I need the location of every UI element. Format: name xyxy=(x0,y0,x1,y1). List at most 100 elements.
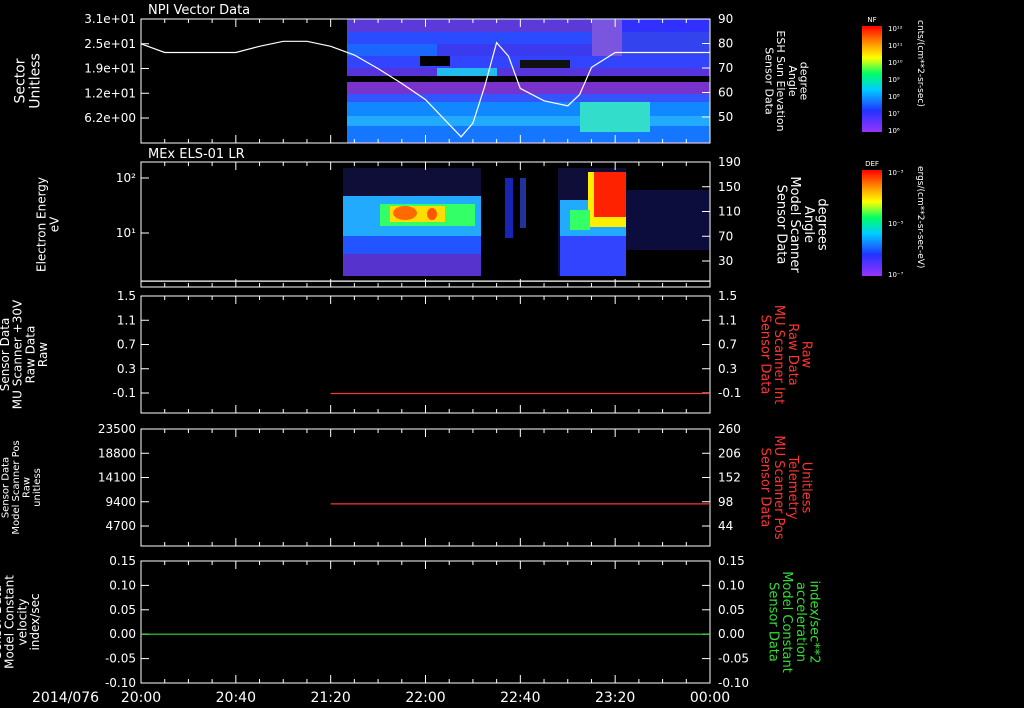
y-tick-label: 10² xyxy=(116,171,136,185)
y2-axis-label: Raw xyxy=(798,341,813,369)
panel-2-title: MEx ELS-01 LR xyxy=(148,147,245,162)
y2-tick-label: 90 xyxy=(718,12,733,26)
y2-axis-label: index/sec**2 xyxy=(806,580,821,663)
x-axis: 2014/076 20:00 20:40 21:20 22:00 22:40 23:20 0… xyxy=(32,690,730,706)
colorbar-tick-label: 10¹⁰ xyxy=(888,59,903,67)
y2-axis-label: degree xyxy=(797,62,810,101)
y-axis-label: eV xyxy=(47,216,61,232)
y-tick-label: 0.3 xyxy=(117,362,136,376)
y-tick-label: -0.1 xyxy=(113,386,136,400)
y2-axis-label: ESH Sun Elevation xyxy=(774,30,787,131)
y2-tick-label: 0.3 xyxy=(718,362,737,376)
y2-axis-label: Model Scanner xyxy=(787,176,802,273)
y-axis-label: Model Scanner Pos xyxy=(11,440,22,534)
x-tick-label: 00:00 xyxy=(690,690,730,706)
colorbar-nf-unit: cnts/(cm**2-sr-sec) xyxy=(915,20,925,107)
x-tick-label: 20:00 xyxy=(121,690,161,706)
y2-tick-label: 70 xyxy=(718,229,733,243)
y2-tick-label: -0.10 xyxy=(718,676,749,690)
x-tick-label: 20:40 xyxy=(216,690,256,706)
y-tick-label: 1.5 xyxy=(117,289,136,303)
x-tick-label: 22:00 xyxy=(405,690,445,706)
y2-tick-label: 60 xyxy=(718,86,733,100)
y-tick-label: 0.10 xyxy=(109,578,136,592)
y-tick-label: 0.7 xyxy=(117,338,136,352)
panel-4: 23500 18800 14100 9400 4700 260 206 152 98 44 Sens… xyxy=(0,422,813,547)
colorbar-def: DEF 10⁻³ 10⁻⁵ 10⁻⁷ ergs/(cm**2-sr-sec-eV) xyxy=(862,160,925,279)
colorbar-tick-label: 10⁸ xyxy=(888,93,900,101)
x-tick-label: 22:40 xyxy=(500,690,540,706)
x-axis-date: 2014/076 xyxy=(32,690,99,706)
y2-tick-label: 70 xyxy=(718,61,733,75)
y2-tick-label: 44 xyxy=(718,519,733,533)
y2-axis-label: Unitless xyxy=(798,462,813,514)
colorbar-nf-label: NF xyxy=(867,16,876,24)
y2-axis-label: Sensor Data xyxy=(763,47,776,114)
y2-tick-label: 1.1 xyxy=(718,313,737,327)
y2-tick-label: 98 xyxy=(718,495,733,509)
y2-axis-label: Angle xyxy=(786,65,799,97)
colorbar-def-unit: ergs/(cm**2-sr-sec-eV) xyxy=(915,166,925,268)
y-axis-label: Sensor Data xyxy=(0,457,11,518)
y-axis-label: Sector xyxy=(13,58,29,103)
y2-axis-label: Telemetry xyxy=(785,454,800,519)
panel-3: 1.5 1.1 0.7 0.3 -0.1 1.5 1.1 0.7 0.3 -0.1 Sensor D… xyxy=(0,289,813,414)
colorbar-def-label: DEF xyxy=(865,160,879,168)
colorbar-tick-label: 10⁻⁷ xyxy=(888,271,904,279)
colorbar-nf: NF 10¹² 10¹¹ 10¹⁰ 10⁹ 10⁸ 10⁷ 10⁶ cnts/(cm**2-… xyxy=(862,16,925,135)
y-tick-label: 2.5e+01 xyxy=(84,37,136,51)
y-tick-label: 0.00 xyxy=(109,627,136,641)
y2-tick-label: 1.5 xyxy=(718,289,737,303)
y2-tick-label: 50 xyxy=(718,110,733,124)
y-tick-label: 10¹ xyxy=(116,226,136,240)
y2-axis-label: MU Scanner Pos xyxy=(771,435,786,540)
y2-tick-label: 80 xyxy=(718,37,733,51)
y-tick-label: 1.1 xyxy=(117,313,136,327)
y2-tick-label: 260 xyxy=(718,422,741,436)
y2-tick-label: 110 xyxy=(718,205,741,219)
y2-axis-label: Sensor Data xyxy=(758,315,773,395)
y-tick-label: 3.1e+01 xyxy=(84,12,136,26)
y2-tick-label: 150 xyxy=(718,180,741,194)
y-tick-label: 18800 xyxy=(98,446,136,460)
y-tick-label: 4700 xyxy=(105,519,136,533)
y2-tick-label: 0.7 xyxy=(718,338,737,352)
y-tick-label: 1.2e+01 xyxy=(84,86,136,100)
y-tick-label: 23500 xyxy=(98,422,136,436)
y-axis-label: Unitless xyxy=(27,53,43,109)
y-axis-label: Raw xyxy=(21,477,32,498)
y-tick-label: 14100 xyxy=(98,471,136,485)
x-tick-label: 23:20 xyxy=(595,690,635,706)
y2-tick-label: 30 xyxy=(718,254,733,268)
y2-axis-label: Sensor Data xyxy=(766,582,781,662)
y2-axis-label: Sensor Data xyxy=(758,448,773,528)
y2-axis-label: MU Scanner Int xyxy=(771,305,786,404)
x-tick-label: 21:20 xyxy=(310,690,350,706)
y-tick-label: 0.15 xyxy=(109,554,136,568)
colorbar-tick-label: 10⁻⁵ xyxy=(888,220,904,228)
y-tick-label: -0.10 xyxy=(105,676,136,690)
panel-4-frame xyxy=(140,428,711,547)
panel-5: 0.15 0.10 0.05 0.00 -0.05 -0.10 0.15 0.10 0.05 0.… xyxy=(0,554,821,690)
panel1-heatmap xyxy=(347,19,710,143)
panel-3-frame xyxy=(140,295,711,414)
colorbar-tick-label: 10¹¹ xyxy=(888,42,903,50)
y-tick-label: 0.05 xyxy=(109,603,136,617)
y-axis-label: Raw xyxy=(36,342,50,367)
y2-axis-label: Raw Data xyxy=(785,323,800,386)
colorbar-tick-label: 10⁷ xyxy=(888,110,900,118)
panel2-spectrogram xyxy=(343,168,710,276)
y2-axis-label: Angle xyxy=(801,206,816,243)
y2-axis-label: degrees xyxy=(814,198,829,251)
y2-tick-label: 206 xyxy=(718,446,741,460)
panel-5-frame xyxy=(140,560,711,684)
panel-2-nodata xyxy=(141,162,331,287)
colorbar-nf-ticks: 10¹² 10¹¹ 10¹⁰ 10⁹ 10⁸ 10⁷ 10⁶ xyxy=(888,25,903,135)
y-tick-label: 9400 xyxy=(105,495,136,509)
colorbar-tick-label: 10⁶ xyxy=(888,127,900,135)
y-tick-label: 1.9e+01 xyxy=(84,62,136,76)
colorbar-def-ticks: 10⁻³ 10⁻⁵ 10⁻⁷ xyxy=(888,169,904,279)
y2-tick-label: -0.05 xyxy=(718,652,749,666)
y2-axis-label: acceleration xyxy=(793,582,808,662)
y2-axis-label: Sensor Data xyxy=(774,185,789,265)
